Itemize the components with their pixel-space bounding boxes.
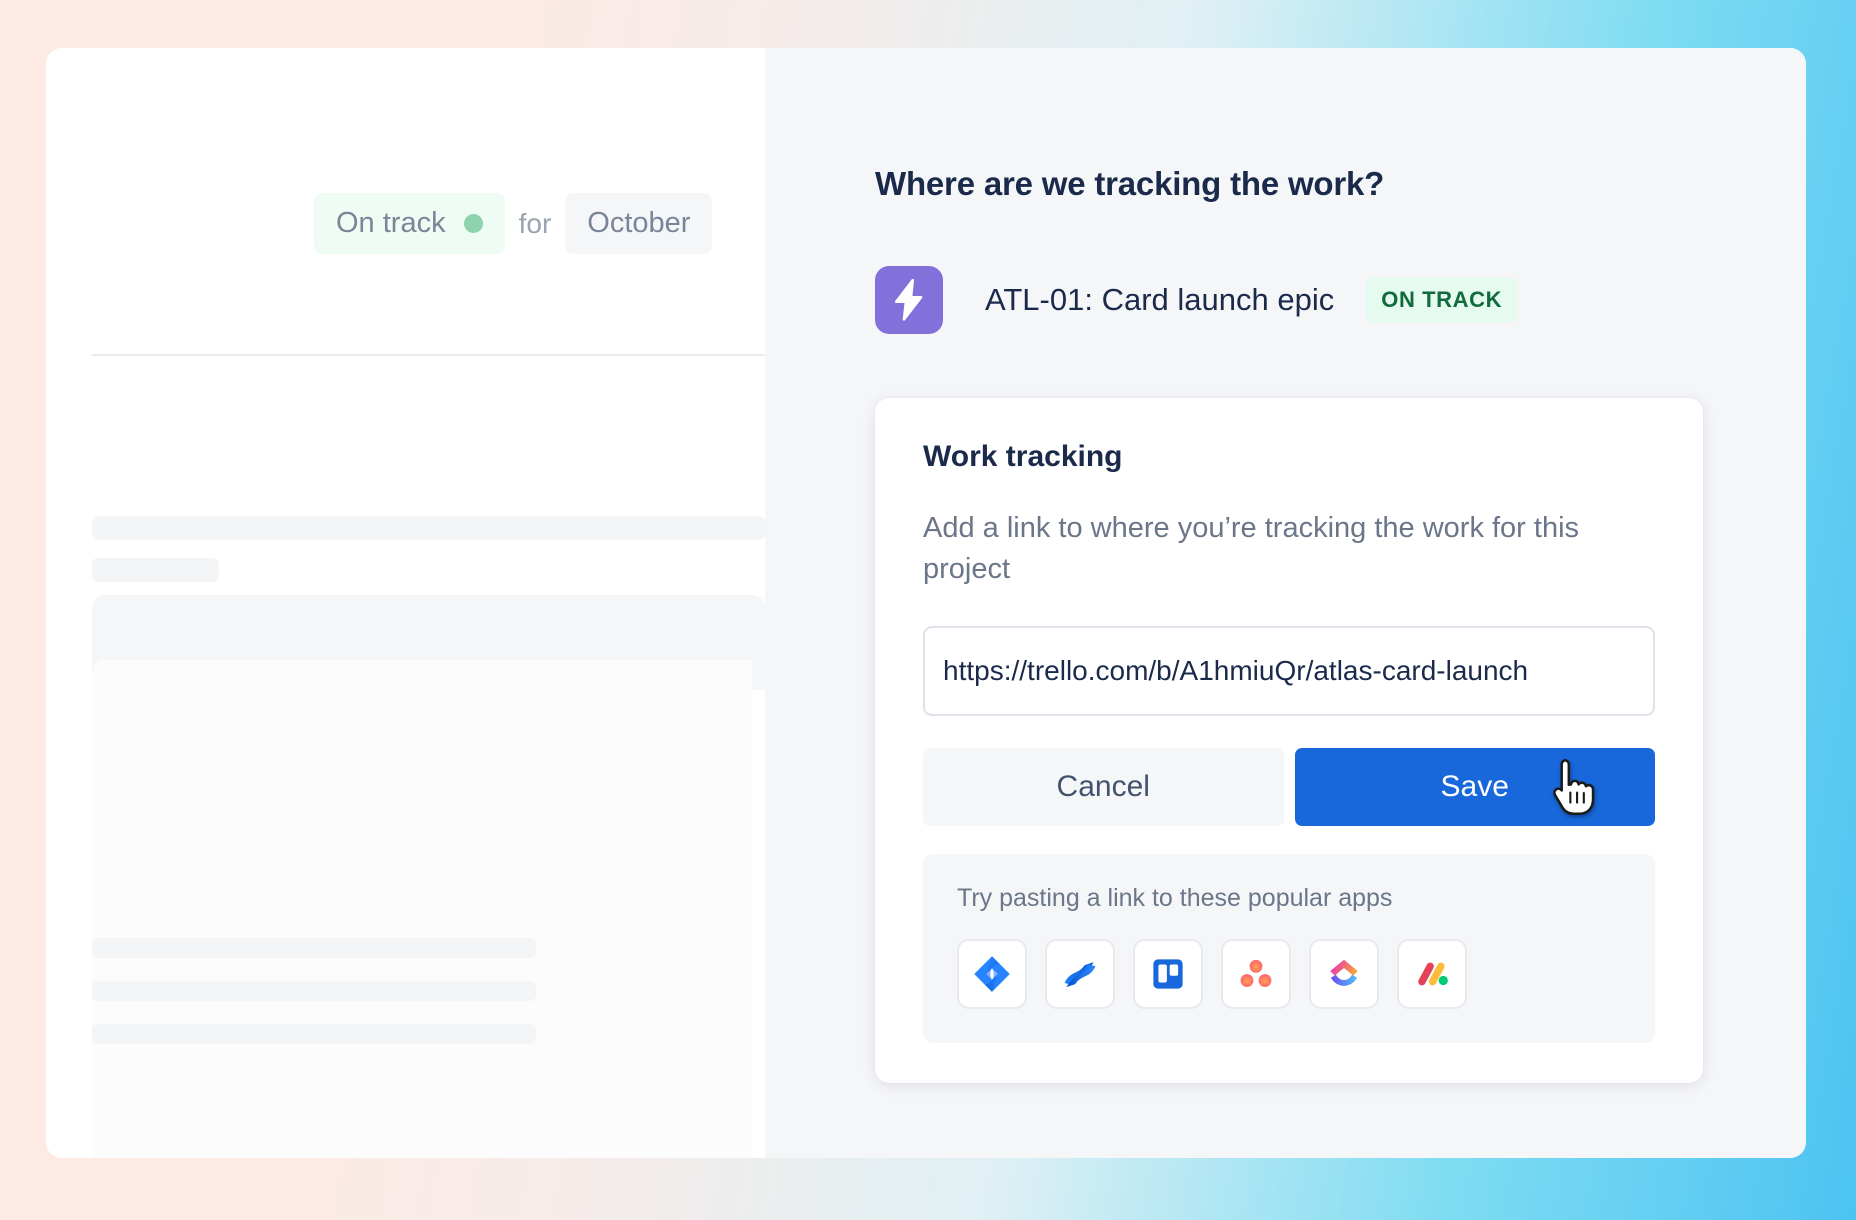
popular-apps-caption: Try pasting a link to these popular apps [957, 884, 1393, 913]
left-panel: On track for October [46, 48, 765, 1158]
skeleton-line [92, 516, 765, 540]
skeleton-inner-block [92, 660, 752, 1158]
monday-icon[interactable] [1397, 939, 1467, 1010]
cancel-button[interactable]: Cancel [923, 748, 1284, 827]
right-panel: Where are we tracking the work? ATL-01: … [765, 48, 1806, 1158]
epic-row: ATL-01: Card launch epic ON TRACK [875, 266, 1518, 334]
epic-title: ATL-01: Card launch epic [985, 282, 1335, 317]
skeleton-line [92, 558, 219, 582]
asana-icon[interactable] [1221, 939, 1291, 1010]
card-actions: Cancel Save [923, 748, 1655, 827]
skeleton-line [92, 1024, 536, 1044]
month-pill-label: October [587, 207, 691, 239]
work-tracking-description: Add a link to where you’re tracking the … [923, 512, 1580, 586]
section-divider [92, 354, 765, 356]
save-button[interactable]: Save [1294, 748, 1655, 827]
status-row: On track for October [314, 193, 713, 254]
app-window: On track for October Where are we tracki… [46, 48, 1806, 1158]
skeleton-line [92, 981, 536, 1001]
work-tracking-title: Work tracking [923, 440, 1123, 473]
status-pill-on-track[interactable]: On track [314, 193, 505, 254]
skeleton-line [92, 938, 536, 958]
jira-icon[interactable] [957, 939, 1027, 1010]
status-dot-icon [463, 214, 483, 233]
clickup-icon[interactable] [1309, 939, 1379, 1010]
page-title: Where are we tracking the work? [875, 165, 1385, 202]
lightning-bolt-icon [875, 266, 943, 334]
month-pill[interactable]: October [565, 193, 713, 254]
popular-apps-row [957, 939, 1621, 1010]
status-pill-label: On track [336, 207, 446, 239]
for-label: for [518, 207, 552, 239]
status-badge: ON TRACK [1366, 278, 1518, 322]
confluence-icon[interactable] [1045, 939, 1115, 1010]
trello-icon[interactable] [1133, 939, 1203, 1010]
work-tracking-url-input[interactable] [923, 626, 1655, 717]
popular-apps-section: Try pasting a link to these popular apps [923, 854, 1655, 1044]
work-tracking-card: Work tracking Add a link to where you’re… [875, 398, 1703, 1084]
